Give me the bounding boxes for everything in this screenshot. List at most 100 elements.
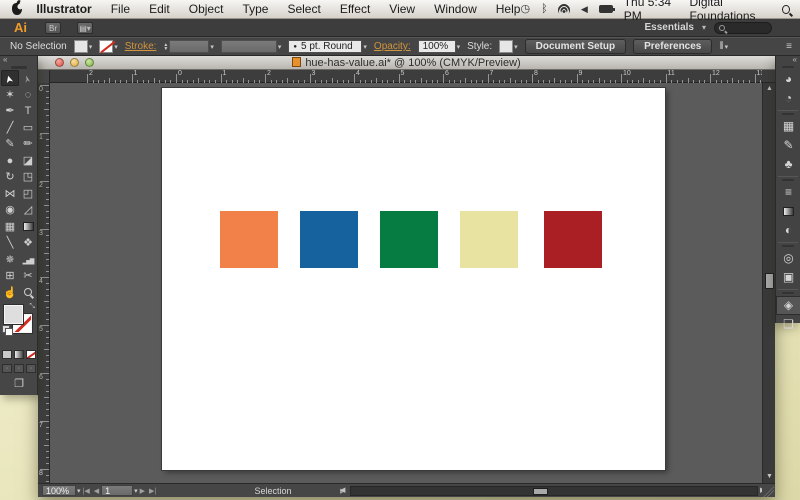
menu-bar-user[interactable]: Digital Foundations: [689, 0, 771, 23]
default-fill-stroke-icon[interactable]: [2, 325, 10, 333]
line-segment-tool[interactable]: ╱: [1, 120, 19, 136]
horizontal-ruler[interactable]: 21012345678910111213: [50, 70, 762, 83]
width-tool[interactable]: ⋈: [1, 186, 19, 202]
preferences-button[interactable]: Preferences: [633, 39, 712, 54]
menu-item-illustrator[interactable]: Illustrator: [36, 2, 91, 16]
hand-tool[interactable]: ☝: [1, 285, 19, 301]
eraser-tool[interactable]: ◪: [19, 153, 37, 169]
screen-mode-button[interactable]: ❐: [10, 378, 28, 391]
menu-item-select[interactable]: Select: [287, 2, 320, 16]
align-icon[interactable]: ⫴: [719, 41, 723, 52]
stroke-weight-stepper[interactable]: ▲▼: [163, 43, 168, 51]
perspective-grid-tool[interactable]: ◿: [19, 202, 37, 218]
dock-drag-grip[interactable]: [782, 245, 794, 247]
brush-definition-control[interactable]: ▾: [221, 40, 282, 53]
swatches-panel-icon[interactable]: ▦: [776, 117, 800, 136]
ruler-origin-corner[interactable]: [38, 70, 50, 83]
align-dropdown-icon[interactable]: ▾: [725, 43, 729, 51]
menu-item-effect[interactable]: Effect: [340, 2, 370, 16]
dark-red-square[interactable]: [544, 211, 602, 268]
paintbrush-tool[interactable]: ✎: [1, 136, 19, 152]
document-setup-button[interactable]: Document Setup: [525, 39, 626, 54]
mesh-tool[interactable]: ▦: [1, 219, 19, 235]
go-to-bridge-icon[interactable]: Br: [45, 22, 61, 34]
menu-item-window[interactable]: Window: [434, 2, 477, 16]
rotate-tool[interactable]: ↻: [1, 169, 19, 185]
menu-bar-clock[interactable]: Thu 5:34 PM: [624, 0, 679, 23]
menu-item-type[interactable]: Type: [242, 2, 268, 16]
artboard-dropdown-icon[interactable]: ▾: [134, 487, 138, 495]
apple-menu-icon[interactable]: [12, 3, 22, 15]
workspace-dropdown-icon[interactable]: ▾: [702, 23, 706, 32]
workspace-switcher[interactable]: Essentials: [645, 22, 694, 33]
align-control[interactable]: ⫴▾: [719, 41, 728, 52]
draw-behind-button[interactable]: ▫: [14, 364, 24, 373]
style-control[interactable]: ▾: [499, 40, 518, 53]
pale-yellow-square[interactable]: [460, 211, 518, 268]
menu-item-help[interactable]: Help: [496, 2, 521, 16]
stroke-swatch-none[interactable]: [99, 40, 113, 53]
menu-item-view[interactable]: View: [389, 2, 415, 16]
status-indicator[interactable]: Selection: [198, 486, 348, 496]
wifi-icon[interactable]: [559, 4, 570, 14]
zoom-dropdown-icon[interactable]: ▾: [77, 487, 81, 495]
shape-builder-tool[interactable]: ◉: [1, 202, 19, 218]
scroll-left-icon[interactable]: ◀: [340, 486, 345, 496]
dock-drag-grip[interactable]: [782, 66, 794, 68]
symbol-sprayer-tool[interactable]: ✵: [1, 252, 19, 268]
vertical-scroll-thumb[interactable]: [765, 273, 774, 289]
gradient-tool[interactable]: [19, 219, 37, 235]
blend-tool[interactable]: ❖: [19, 235, 37, 251]
spotlight-icon[interactable]: [782, 5, 790, 14]
last-artboard-icon[interactable]: ▶|: [149, 487, 156, 495]
appearance-panel-icon[interactable]: ◎: [776, 249, 800, 268]
first-artboard-icon[interactable]: |◀: [83, 487, 90, 495]
document-title-bar[interactable]: hue-has-value.ai* @ 100% (CMYK/Preview): [38, 56, 775, 70]
brush-definition-field[interactable]: [221, 40, 277, 53]
column-graph-tool[interactable]: ▂▅▇: [19, 252, 37, 268]
slice-tool[interactable]: ✂: [19, 268, 37, 284]
draw-normal-button[interactable]: ▫: [2, 364, 12, 373]
vertical-scrollbar[interactable]: ▲ ▼: [762, 83, 775, 483]
artboard-tool[interactable]: ⊞: [1, 268, 19, 284]
blue-square[interactable]: [300, 211, 358, 268]
pencil-tool[interactable]: ✏: [19, 136, 37, 152]
artboard-number-field[interactable]: 1: [101, 485, 133, 496]
zoom-level-field[interactable]: 100%: [42, 485, 76, 496]
gradient-mode-button[interactable]: [14, 350, 24, 359]
brush-definition-dropdown-icon[interactable]: ▾: [278, 43, 282, 51]
horizontal-scrollbar[interactable]: [350, 486, 758, 496]
stroke-weight-dropdown-icon[interactable]: ▾: [210, 43, 214, 51]
color-mode-button[interactable]: [2, 350, 12, 359]
tools-drag-grip[interactable]: [11, 66, 27, 69]
transparency-panel-icon[interactable]: ◐: [776, 221, 800, 240]
zoom-tool[interactable]: [19, 285, 37, 301]
symbols-panel-icon[interactable]: ♣: [776, 155, 800, 174]
stroke-panel-link[interactable]: Stroke:: [125, 41, 157, 52]
stroke-weight-control[interactable]: ▲▼ ▾: [163, 40, 213, 53]
stroke-color-control[interactable]: ▾: [99, 40, 118, 53]
app-search-input[interactable]: [714, 22, 772, 34]
menu-item-object[interactable]: Object: [189, 2, 224, 16]
scroll-down-icon[interactable]: ▼: [763, 471, 776, 483]
dock-drag-grip[interactable]: [782, 113, 794, 115]
canvas-area[interactable]: [50, 83, 762, 483]
green-square[interactable]: [380, 211, 438, 268]
orange-square[interactable]: [220, 211, 278, 268]
opacity-control[interactable]: 100%▾: [418, 40, 461, 53]
time-machine-icon[interactable]: ◷: [520, 4, 530, 15]
blob-brush-tool[interactable]: ●: [1, 153, 19, 169]
brushes-panel-icon[interactable]: ✎: [776, 136, 800, 155]
rectangle-tool[interactable]: ▭: [19, 120, 37, 136]
direct-selection-tool[interactable]: ➢: [19, 70, 37, 86]
menu-item-edit[interactable]: Edit: [149, 2, 170, 16]
graphic-styles-panel-icon[interactable]: ▣: [776, 268, 800, 287]
brush-option-field[interactable]: ● 5 pt. Round: [288, 40, 362, 53]
draw-inside-button[interactable]: ▫: [26, 364, 36, 373]
selection-tool[interactable]: ➤: [1, 70, 19, 86]
brush-option-dropdown-icon[interactable]: ▾: [363, 43, 367, 51]
tools-collapse-icon[interactable]: «: [0, 56, 37, 64]
dock-drag-grip[interactable]: [782, 292, 794, 294]
menu-item-file[interactable]: File: [111, 2, 130, 16]
pen-tool[interactable]: ✒: [1, 103, 19, 119]
